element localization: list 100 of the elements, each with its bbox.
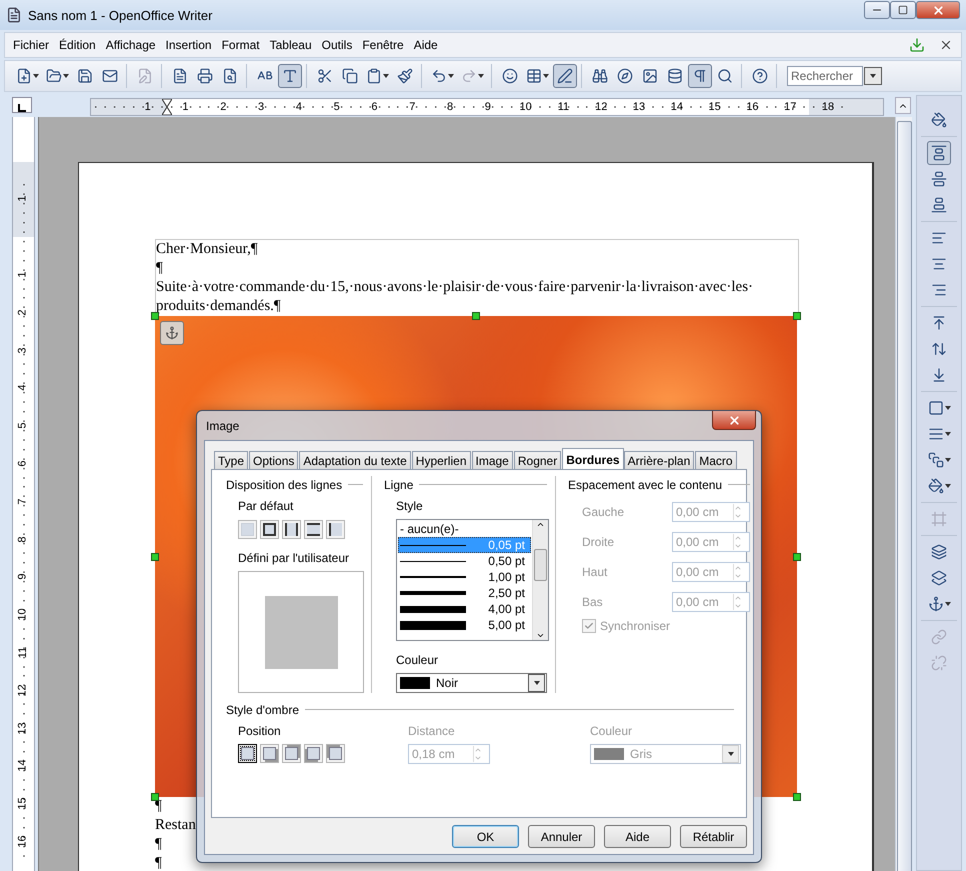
- paragraph: ¶: [155, 835, 162, 854]
- wrap-button[interactable]: [927, 141, 951, 165]
- text-button[interactable]: [278, 64, 302, 88]
- label: Haut: [582, 565, 608, 579]
- ruler-number: 12: [594, 101, 608, 113]
- pilcrow-button[interactable]: [688, 64, 712, 88]
- paragraph: ¶: [155, 854, 162, 871]
- minimize-button[interactable]: [864, 1, 890, 19]
- dropdown-button[interactable]: [864, 67, 882, 85]
- ruler-number: 10: [18, 608, 29, 621]
- menu-item[interactable]: Fenêtre: [358, 38, 410, 52]
- download-icon[interactable]: [909, 37, 925, 53]
- color-dropdown[interactable]: Noir: [396, 673, 547, 693]
- ruler-number: 15: [18, 798, 29, 810]
- label: Couleur: [396, 653, 440, 667]
- ruler-number: 12: [18, 684, 29, 696]
- dialog-button[interactable]: OK: [452, 825, 519, 848]
- list-item[interactable]: 1,00 pt: [398, 569, 531, 585]
- label: Style: [396, 499, 424, 513]
- close-button[interactable]: [916, 1, 960, 19]
- tab[interactable]: Type: [214, 451, 248, 470]
- maximize-button[interactable]: [890, 1, 916, 19]
- scrollbar[interactable]: [895, 117, 912, 871]
- ruler-number: 6: [18, 460, 29, 467]
- list-item[interactable]: 2,50 pt: [398, 585, 531, 601]
- close-document-icon[interactable]: [939, 38, 953, 52]
- paragraph: Cher·Monsieur,¶: [156, 240, 259, 259]
- list-item[interactable]: - aucun(e)-: [398, 521, 531, 537]
- clipboard-icon: [366, 68, 382, 84]
- selection-handle[interactable]: [793, 312, 801, 320]
- selection-handle[interactable]: [151, 552, 159, 560]
- selection-handle[interactable]: [151, 793, 159, 801]
- border-preset-button[interactable]: [260, 520, 279, 539]
- menu-item[interactable]: Tableau: [266, 38, 318, 52]
- dialog-button[interactable]: Annuler: [528, 825, 595, 848]
- scroll-up-button[interactable]: [895, 97, 911, 114]
- ruler-number: 1: [18, 271, 29, 278]
- list-item[interactable]: 4,00 pt: [398, 601, 531, 617]
- section-heading: Espacement avec le contenu: [568, 478, 722, 492]
- menu-item[interactable]: Outils: [318, 38, 358, 52]
- tab[interactable]: Image: [472, 451, 513, 470]
- menu-item[interactable]: Aide: [410, 38, 444, 52]
- border-icon: [928, 400, 944, 416]
- selection-handle[interactable]: [472, 312, 480, 320]
- dialog-button[interactable]: Rétablir: [680, 825, 747, 848]
- ruler-number: 9: [18, 574, 29, 580]
- tab[interactable]: Options: [249, 451, 298, 470]
- shadow-icon: [928, 452, 944, 468]
- ruler-number: 9: [484, 101, 492, 113]
- tab-stop-button[interactable]: [12, 97, 32, 113]
- selection-handle[interactable]: [151, 312, 159, 320]
- list-item[interactable]: 5,00 pt: [398, 617, 531, 633]
- caret-icon: [534, 681, 540, 685]
- ruler-number: 8: [446, 101, 454, 113]
- caret-icon: [728, 752, 734, 756]
- menu-item[interactable]: Format: [218, 38, 266, 52]
- label: Droite: [582, 535, 614, 549]
- scrollbar[interactable]: [532, 520, 548, 640]
- menu-item[interactable]: Édition: [55, 38, 102, 52]
- close-icon: [728, 414, 740, 426]
- tab[interactable]: Adaptation du texte: [299, 451, 411, 470]
- tab[interactable]: Macro: [695, 451, 737, 470]
- close-button[interactable]: [712, 411, 756, 430]
- section-heading: Style d'ombre: [226, 702, 299, 716]
- label: Position: [238, 724, 282, 738]
- line-style-icon: [928, 426, 944, 442]
- window-title: Sans nom 1 - OpenOffice Writer: [28, 8, 214, 22]
- tab[interactable]: Hyperlien: [412, 451, 470, 470]
- menu-item[interactable]: Fichier: [9, 38, 56, 52]
- border-preset-button[interactable]: [304, 520, 323, 539]
- menu-item[interactable]: Affichage: [102, 38, 162, 52]
- menu-item[interactable]: Insertion: [162, 38, 218, 52]
- scroll-up-icon[interactable]: [536, 520, 545, 529]
- tab[interactable]: Rogner: [514, 451, 562, 470]
- indent-marker-icon[interactable]: [162, 99, 172, 115]
- ruler-number: 11: [556, 101, 570, 113]
- scroll-down-icon[interactable]: [536, 631, 545, 640]
- line-style-list[interactable]: - aucun(e)- 0,05 pt 0,50 pt 1,00 pt 2,50 pt 4,00 pt 5,00 pt: [396, 519, 549, 641]
- selection-handle[interactable]: [793, 793, 801, 801]
- undo-icon: [431, 68, 447, 84]
- checkmark-icon: [584, 621, 594, 631]
- tab[interactable]: Bordures: [562, 448, 624, 470]
- ruler-number: 16: [18, 835, 29, 848]
- maximize-icon: [898, 5, 908, 15]
- dialog-button[interactable]: Aide: [604, 825, 671, 848]
- selection-handle[interactable]: [793, 552, 801, 560]
- anchor-icon: [928, 596, 944, 612]
- ruler-number: 15: [708, 101, 722, 113]
- list-item[interactable]: 0,50 pt: [398, 553, 531, 569]
- scroll-thumb[interactable]: [534, 549, 547, 581]
- search-field[interactable]: Rechercher: [787, 66, 863, 86]
- shadow-position-button[interactable]: [238, 744, 257, 763]
- ruler-number: 13: [632, 101, 646, 113]
- ruler-number: 3: [257, 101, 266, 113]
- dialog-title: Image: [205, 418, 240, 432]
- caret-icon: [870, 74, 876, 78]
- border-preset-button[interactable]: [326, 520, 345, 539]
- pencil-button[interactable]: [553, 64, 577, 88]
- border-preset-button[interactable]: [282, 520, 301, 539]
- tab[interactable]: Arrière-plan: [624, 451, 694, 470]
